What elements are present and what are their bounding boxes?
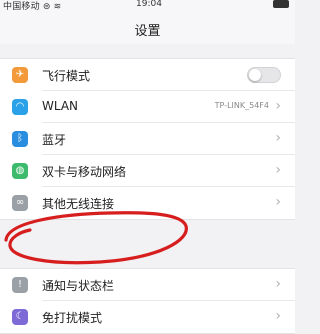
navigation-bar: 设置 xyxy=(0,12,295,44)
chevron-right-icon: › xyxy=(275,130,281,146)
chevron-right-icon: › xyxy=(275,98,281,114)
row-label: 蓝牙 xyxy=(42,133,67,147)
chevron-right-icon: › xyxy=(275,308,281,324)
clock: 19:04 xyxy=(136,0,162,9)
wifi-icon: ◠ xyxy=(12,99,28,115)
row-label: 免打扰模式 xyxy=(42,311,103,325)
settings-row-other-wireless[interactable]: ∞ 其他无线连接 › xyxy=(0,187,295,219)
chevron-right-icon: › xyxy=(275,276,281,292)
notifications-group: ! 通知与状态栏 › ☾ 免打扰模式 › xyxy=(0,268,295,334)
carrier-label: 中国移动 ⊜ ≋ xyxy=(3,2,62,12)
airplane-icon: ✈ xyxy=(12,67,28,83)
moon-icon: ☾ xyxy=(12,309,28,325)
globe-icon: ◍ xyxy=(12,163,28,179)
row-label: 双卡与移动网络 xyxy=(42,165,127,179)
row-label: WLAN xyxy=(42,99,79,113)
chevron-right-icon: › xyxy=(275,162,281,178)
link-icon: ∞ xyxy=(12,195,28,211)
row-label: 飞行模式 xyxy=(42,69,91,83)
settings-row-wlan[interactable]: ◠ WLAN TP-LINK_54F4 › xyxy=(0,91,295,123)
toggle-knob xyxy=(249,69,261,81)
settings-row-airplane[interactable]: ✈ 飞行模式 xyxy=(0,59,295,91)
bluetooth-icon: ᛒ xyxy=(12,131,28,147)
settings-row-do-not-disturb[interactable]: ☾ 免打扰模式 › xyxy=(0,301,295,333)
airplane-toggle[interactable] xyxy=(247,67,281,83)
wlan-network-name: TP-LINK_54F4 xyxy=(214,101,269,110)
row-label: 其他无线连接 xyxy=(42,197,115,211)
page-title: 设置 xyxy=(134,24,161,39)
wireless-group: ✈ 飞行模式 ◠ WLAN TP-LINK_54F4 › ᛒ 蓝牙 › ◍ 双卡… xyxy=(0,58,295,220)
chevron-right-icon: › xyxy=(275,194,281,210)
settings-row-notifications[interactable]: ! 通知与状态栏 › xyxy=(0,269,295,301)
battery-icon xyxy=(273,0,289,8)
settings-row-bluetooth[interactable]: ᛒ 蓝牙 › xyxy=(0,123,295,155)
status-bar: 中国移动 ⊜ ≋ 19:04 xyxy=(0,0,295,12)
notification-icon: ! xyxy=(12,277,28,293)
row-label: 通知与状态栏 xyxy=(42,279,115,293)
settings-row-dual-sim[interactable]: ◍ 双卡与移动网络 › xyxy=(0,155,295,187)
